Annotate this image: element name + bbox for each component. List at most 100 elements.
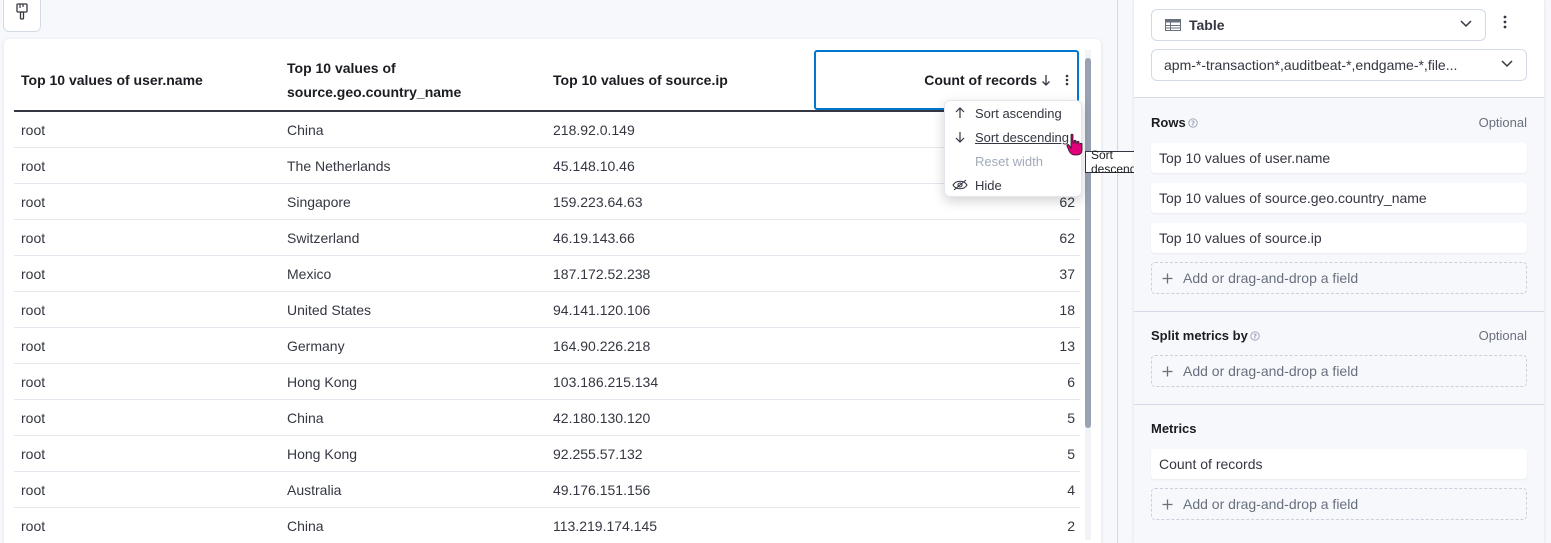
- sort-descending-icon: [1041, 74, 1051, 86]
- cell-source-ip: 103.186.215.134: [553, 374, 659, 390]
- cell-source-ip: 113.219.174.145: [553, 518, 658, 534]
- cell-country-name: China: [287, 518, 324, 534]
- section-title-text: Rows: [1151, 115, 1186, 130]
- table-row: root Hong Kong 103.186.215.134 6: [14, 364, 1080, 400]
- cell-source-ip: 45.148.10.46: [553, 158, 635, 174]
- row-field-country-name[interactable]: Top 10 values of source.geo.country_name: [1151, 183, 1527, 213]
- cell-count: 5: [1067, 446, 1075, 462]
- cell-user-name: root: [21, 410, 46, 426]
- cell-country-name: Mexico: [287, 266, 332, 282]
- chevron-down-icon: [1501, 60, 1513, 68]
- cell-country-name: Singapore: [287, 194, 351, 210]
- cell-country-name: Hong Kong: [287, 446, 358, 462]
- brush-toggle-button[interactable]: [3, 0, 41, 32]
- menu-item-sort-descending[interactable]: Sort descending: [945, 125, 1081, 149]
- column-header-label: Top 10 values of source.ip: [553, 72, 728, 88]
- help-icon[interactable]: ?: [1250, 330, 1260, 341]
- sort-descending-icon: [945, 131, 975, 143]
- help-icon[interactable]: ?: [1188, 117, 1198, 128]
- eye-closed-icon: [945, 179, 975, 191]
- field-label: Top 10 values of source.geo.country_name: [1159, 190, 1427, 206]
- add-field-label: Add or drag-and-drop a field: [1183, 496, 1359, 512]
- cell-source-ip: 164.90.226.218: [553, 338, 651, 354]
- cell-count: 62: [1059, 230, 1075, 246]
- metric-field-count[interactable]: Count of records: [1151, 449, 1527, 479]
- cell-user-name: root: [21, 338, 46, 354]
- cell-user-name: root: [21, 446, 46, 462]
- row-field-user-name[interactable]: Top 10 values of user.name: [1151, 143, 1527, 173]
- column-header-label: Top 10 values of source.geo.country_name: [287, 60, 462, 100]
- plus-icon: [1162, 499, 1173, 510]
- menu-item-label: Hide: [975, 177, 1002, 193]
- cell-source-ip: 94.141.120.106: [553, 302, 651, 318]
- cell-count: 4: [1067, 482, 1075, 498]
- cell-user-name: root: [21, 230, 46, 246]
- add-split-metric-button[interactable]: Add or drag-and-drop a field: [1151, 355, 1527, 387]
- menu-item-hide[interactable]: Hide: [945, 173, 1081, 197]
- cell-count: 18: [1059, 302, 1075, 318]
- column-actions-menu: Sort ascending Sort descending Reset wid…: [944, 100, 1082, 197]
- table-row: root Germany 164.90.226.218 13: [14, 328, 1080, 364]
- cell-source-ip: 92.255.57.132: [553, 446, 643, 462]
- field-label: Top 10 values of user.name: [1159, 150, 1331, 166]
- field-label: Count of records: [1159, 456, 1263, 472]
- cell-country-name: Hong Kong: [287, 374, 358, 390]
- column-actions-icon[interactable]: [1065, 74, 1069, 86]
- cell-count: 5: [1067, 410, 1075, 426]
- plus-icon: [1162, 273, 1173, 284]
- menu-item-reset-width: Reset width: [945, 149, 1081, 173]
- cell-source-ip: 187.172.52.238: [553, 266, 651, 282]
- visualization-panel: Top 10 values of user.name Top 10 values…: [3, 38, 1102, 543]
- cell-user-name: root: [21, 302, 46, 318]
- menu-item-sort-ascending[interactable]: Sort ascending: [945, 101, 1081, 125]
- cell-country-name: Switzerland: [287, 230, 360, 246]
- split-metrics-title: Split metrics by ?: [1151, 328, 1260, 343]
- menu-item-label: Sort ascending: [975, 105, 1062, 121]
- svg-text:?: ?: [1253, 332, 1257, 340]
- cell-country-name: United States: [287, 302, 372, 318]
- table-row: root Hong Kong 92.255.57.132 5: [14, 436, 1080, 472]
- split-metrics-section: Split metrics by ? Optional Add or drag-…: [1134, 311, 1544, 404]
- cell-user-name: root: [21, 122, 46, 138]
- column-header-country-name[interactable]: Top 10 values of source.geo.country_name: [280, 50, 546, 110]
- plus-icon: [1162, 366, 1173, 377]
- paintbrush-icon: [15, 2, 29, 24]
- chart-type-select[interactable]: Table: [1151, 9, 1486, 41]
- add-metric-button[interactable]: Add or drag-and-drop a field: [1151, 488, 1527, 520]
- chevron-down-icon: [1460, 20, 1472, 28]
- cell-user-name: root: [21, 518, 46, 534]
- menu-item-label: Reset width: [975, 153, 1043, 169]
- scrollbar-thumb[interactable]: [1085, 58, 1091, 428]
- cell-count: 13: [1059, 338, 1075, 354]
- cell-source-ip: 159.223.64.63: [553, 194, 643, 210]
- metrics-title: Metrics: [1151, 421, 1197, 436]
- cell-source-ip: 218.92.0.149: [553, 122, 635, 138]
- section-title-text: Split metrics by: [1151, 328, 1248, 343]
- cell-count: 6: [1067, 374, 1075, 390]
- data-table: Top 10 values of user.name Top 10 values…: [14, 50, 1080, 543]
- cell-user-name: root: [21, 158, 46, 174]
- cell-user-name: root: [21, 374, 46, 390]
- cell-user-name: root: [21, 266, 46, 282]
- cell-user-name: root: [21, 482, 46, 498]
- add-field-label: Add or drag-and-drop a field: [1183, 363, 1359, 379]
- table-row: root Mexico 187.172.52.238 37: [14, 256, 1080, 292]
- table-row: root China 113.219.174.145 2: [14, 508, 1080, 543]
- column-header-user-name[interactable]: Top 10 values of user.name: [14, 50, 280, 110]
- data-view-select[interactable]: apm-*-transaction*,auditbeat-*,endgame-*…: [1151, 49, 1527, 81]
- cell-country-name: China: [287, 410, 324, 426]
- column-header-source-ip[interactable]: Top 10 values of source.ip: [546, 50, 812, 110]
- cell-country-name: China: [287, 122, 324, 138]
- add-field-label: Add or drag-and-drop a field: [1183, 270, 1359, 286]
- cell-user-name: root: [21, 194, 46, 210]
- row-field-source-ip[interactable]: Top 10 values of source.ip: [1151, 223, 1527, 253]
- add-row-field-button[interactable]: Add or drag-and-drop a field: [1151, 262, 1527, 294]
- table-scrollbar[interactable]: [1085, 50, 1091, 540]
- field-label: Top 10 values of source.ip: [1159, 230, 1322, 246]
- more-options-icon[interactable]: [1503, 15, 1507, 29]
- column-header-label: Top 10 values of user.name: [21, 72, 203, 88]
- data-view-label: apm-*-transaction*,auditbeat-*,endgame-*…: [1164, 57, 1458, 73]
- section-title-text: Metrics: [1151, 421, 1197, 436]
- table-row: root China 42.180.130.120 5: [14, 400, 1080, 436]
- optional-label: Optional: [1478, 115, 1527, 130]
